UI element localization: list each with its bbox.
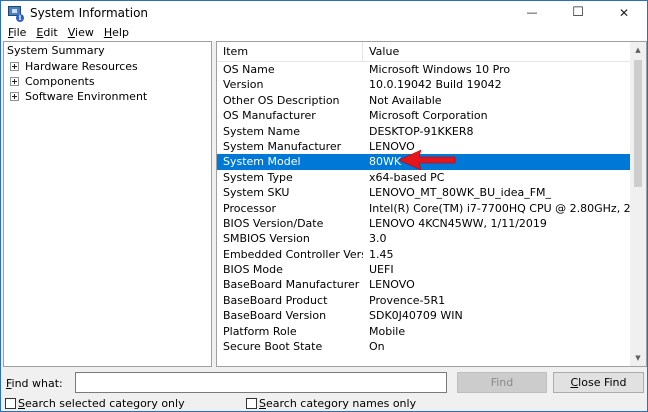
table-row[interactable]: Secure Boot State On <box>217 339 631 354</box>
find-button[interactable]: Find <box>457 372 547 393</box>
tree-item-system-summary[interactable]: System Summary <box>4 44 108 59</box>
row-value-cell: Microsoft Windows 10 Pro <box>369 63 511 76</box>
table-row[interactable]: Version 10.0.19042 Build 19042 <box>217 77 631 92</box>
row-item-cell: BaseBoard Manufacturer <box>223 278 360 292</box>
system-information-window: i System Information — ☐ ✕ File Edit Vie… <box>0 0 648 412</box>
table-row[interactable]: BaseBoard Version SDK0J40709 WIN <box>217 308 631 323</box>
vertical-scrollbar[interactable]: ▲ ▼ <box>630 42 646 366</box>
table-row[interactable]: BIOS Version/Date LENOVO 4KCN45WW, 1/11/2… <box>217 216 631 231</box>
row-item-cell: Secure Boot State <box>223 340 323 354</box>
red-arrow-annotation-icon <box>398 149 456 171</box>
table-row[interactable]: BaseBoard Manufacturer LENOVO <box>217 277 631 292</box>
table-row[interactable]: BIOS Mode UEFI <box>217 262 631 277</box>
minimize-button[interactable]: — <box>509 1 555 24</box>
tree-item-label: Components <box>25 75 95 88</box>
column-header-item[interactable]: Item <box>217 42 363 62</box>
table-row[interactable]: SMBIOS Version 3.0 <box>217 231 631 246</box>
row-item-cell: System Manufacturer <box>223 139 342 153</box>
table-row[interactable]: Other OS Description Not Available <box>217 93 631 108</box>
tree-item-label: Hardware Resources <box>25 60 138 73</box>
table-row[interactable]: System Name DESKTOP-91KKER8 <box>217 124 631 139</box>
checkbox-icon[interactable] <box>5 398 16 409</box>
expand-plus-icon[interactable] <box>10 92 19 101</box>
table-row[interactable]: Platform Role Mobile <box>217 324 631 339</box>
row-value-cell: Provence-5R1 <box>369 293 446 307</box>
checkbox-label: Search selected category only <box>18 397 185 410</box>
row-value-cell: LENOVO_MT_80WK_BU_idea_FM_ <box>369 186 552 200</box>
column-header-value[interactable]: Value <box>363 42 631 62</box>
row-item-cell: System Model <box>223 155 301 169</box>
details-list[interactable]: Item Value OS Name Microsoft Windows 10 P… <box>216 41 647 367</box>
system-information-app-icon: i <box>7 5 24 22</box>
search-selected-category-checkbox[interactable]: Search selected category only <box>5 397 185 410</box>
menu-edit[interactable]: Edit <box>31 26 62 39</box>
row-value-cell: LENOVO <box>369 278 415 292</box>
find-what-label: Find what: <box>6 377 63 390</box>
row-value-cell: Not Available <box>369 93 442 107</box>
row-value-cell: On <box>369 340 385 354</box>
row-item-cell: Other OS Description <box>223 93 340 107</box>
table-row[interactable]: BaseBoard Product Provence-5R1 <box>217 293 631 308</box>
row-item-cell: BIOS Mode <box>223 263 283 277</box>
row-item-cell: System Name <box>223 124 300 138</box>
table-row[interactable]: OS Name Microsoft Windows 10 Pro <box>217 62 631 77</box>
scroll-thumb[interactable] <box>634 60 642 187</box>
row-item-cell: System Type <box>223 170 293 184</box>
row-item-cell: BaseBoard Version <box>223 309 327 323</box>
minimize-icon: — <box>526 6 538 19</box>
expand-plus-icon[interactable] <box>10 77 19 86</box>
row-item-cell: BIOS Version/Date <box>223 216 324 230</box>
row-item-cell: Platform Role <box>223 324 297 338</box>
row-value-cell: 3.0 <box>369 232 387 246</box>
table-row[interactable]: System Type x64-based PC <box>217 170 631 185</box>
menu-view[interactable]: View <box>63 26 99 39</box>
window-title: System Information <box>30 5 149 20</box>
row-value-cell: Microsoft Corporation <box>369 109 488 123</box>
row-item-cell: SMBIOS Version <box>223 232 310 246</box>
checkbox-icon[interactable] <box>246 398 257 409</box>
find-what-input[interactable] <box>75 372 447 393</box>
row-value-cell: SDK0J40709 WIN <box>369 309 463 323</box>
row-value-cell: 1.45 <box>369 247 394 261</box>
row-value-cell: Intel(R) Core(TM) i7-7700HQ CPU @ 2.80GH… <box>369 201 631 215</box>
row-item-cell: Embedded Controller Version <box>223 247 363 261</box>
row-item-cell: Version <box>223 78 264 92</box>
menu-file[interactable]: File <box>3 26 31 39</box>
row-item-cell: System SKU <box>223 186 290 200</box>
row-item-cell: OS Manufacturer <box>223 109 316 123</box>
expand-plus-icon[interactable] <box>10 62 19 71</box>
list-header: Item Value <box>217 42 631 62</box>
search-category-names-checkbox[interactable]: Search category names only <box>246 397 416 410</box>
tree-item-software-environment[interactable]: Software Environment <box>10 89 147 104</box>
category-tree[interactable]: System Summary Hardware Resources Compon… <box>3 41 212 367</box>
row-value-cell: 10.0.19042 Build 19042 <box>369 78 502 92</box>
close-window-button[interactable]: ✕ <box>601 1 647 24</box>
list-rows: OS Name Microsoft Windows 10 Pro Version 10… <box>217 62 631 354</box>
maximize-icon: ☐ <box>572 5 584 20</box>
row-value-cell: LENOVO 4KCN45WW, 1/11/2019 <box>369 216 547 230</box>
row-value-cell: DESKTOP-91KKER8 <box>369 124 474 138</box>
table-row[interactable]: OS Manufacturer Microsoft Corporation <box>217 108 631 123</box>
close-find-button[interactable]: Close Find <box>553 372 644 393</box>
menu-help[interactable]: Help <box>99 26 134 39</box>
row-value-cell: UEFI <box>369 263 394 277</box>
title-bar[interactable]: i System Information — ☐ ✕ <box>1 1 647 24</box>
scroll-down-icon[interactable]: ▼ <box>630 350 646 366</box>
maximize-button[interactable]: ☐ <box>555 1 601 24</box>
tree-item-components[interactable]: Components <box>10 74 95 89</box>
row-item-cell: Processor <box>223 201 276 215</box>
table-row[interactable]: System SKU LENOVO_MT_80WK_BU_idea_FM_ <box>217 185 631 200</box>
row-value-cell: Mobile <box>369 324 406 338</box>
row-value-cell: x64-based PC <box>369 170 445 184</box>
checkbox-label: Search category names only <box>259 397 417 410</box>
close-icon: ✕ <box>618 5 630 20</box>
menu-bar: File Edit View Help <box>1 24 647 41</box>
scroll-up-icon[interactable]: ▲ <box>630 42 646 58</box>
tree-item-hardware-resources[interactable]: Hardware Resources <box>10 59 138 74</box>
row-item-cell: BaseBoard Product <box>223 293 328 307</box>
table-row[interactable]: Embedded Controller Version 1.45 <box>217 247 631 262</box>
tree-item-label: Software Environment <box>25 90 148 103</box>
table-row[interactable]: Processor Intel(R) Core(TM) i7-7700HQ CPU… <box>217 201 631 216</box>
row-item-cell: OS Name <box>223 63 275 76</box>
